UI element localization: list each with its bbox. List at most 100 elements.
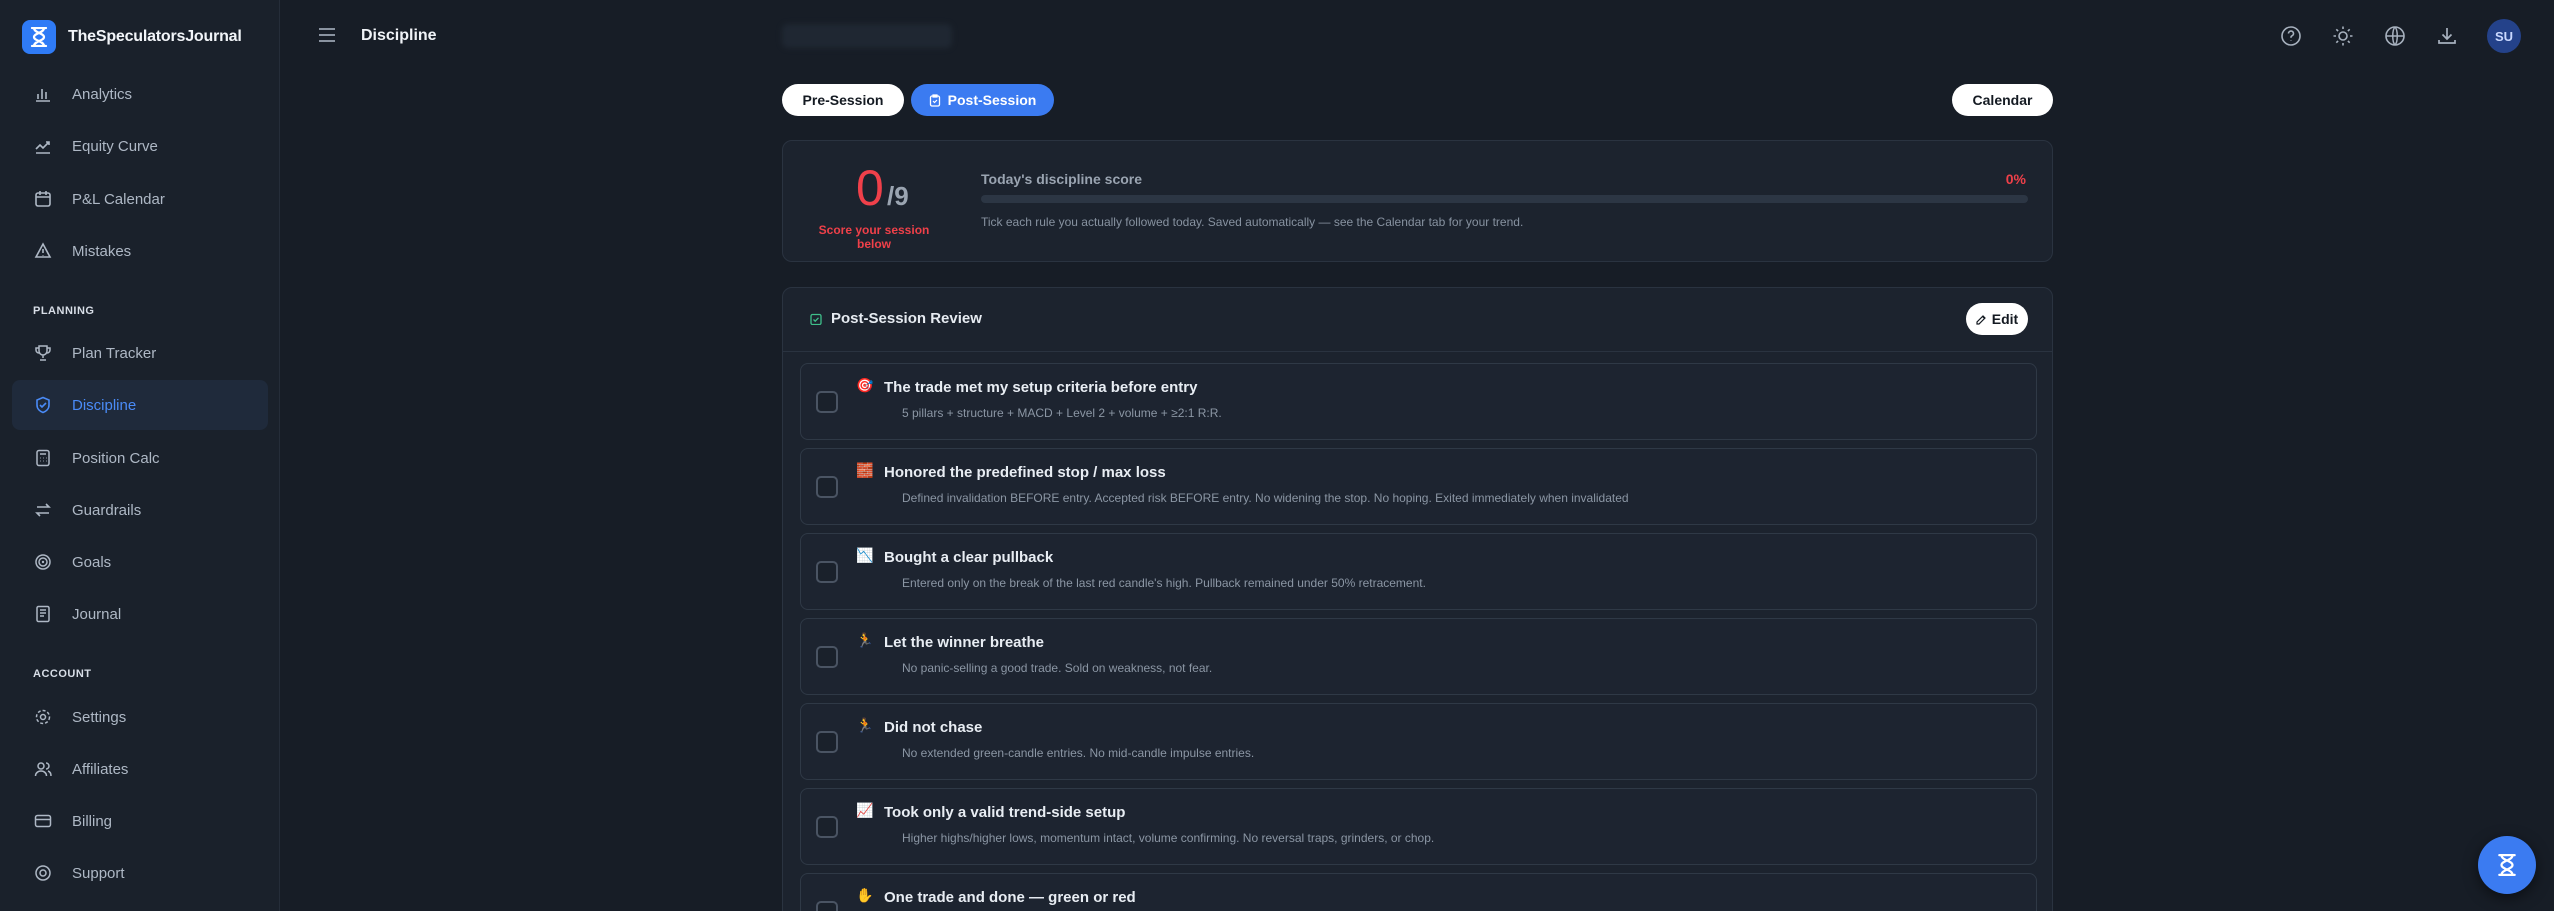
post-session-review-card: Post-Session Review Edit 🎯 The trade met… xyxy=(782,287,2053,911)
tab-pre-session[interactable]: Pre-Session xyxy=(782,84,904,116)
clipboard-check-icon xyxy=(810,313,822,325)
sidebar-item-settings[interactable]: Settings xyxy=(12,692,268,742)
rule-item[interactable]: 🏃 Did not chase No extended green-candle… xyxy=(800,703,2037,780)
rule-title: Took only a valid trend-side setup xyxy=(884,804,1126,821)
rule-title: Honored the predefined stop / max loss xyxy=(884,464,1166,481)
score-percent: 0% xyxy=(2005,171,2026,187)
score-total: /9 xyxy=(887,181,909,211)
brand-name: TheSpeculatorsJournal xyxy=(68,28,242,45)
score-value: 0 xyxy=(856,160,884,216)
runner-emoji-icon: 🏃 xyxy=(856,633,874,649)
tab-post-session[interactable]: Post-Session xyxy=(911,84,1054,116)
rule-item[interactable]: ✋ One trade and done — green or red xyxy=(800,873,2037,911)
sidebar-item-label: Guardrails xyxy=(72,501,142,519)
blurred-header-element xyxy=(782,24,952,48)
rule-item[interactable]: 📈 Took only a valid trend-side setup Hig… xyxy=(800,788,2037,865)
rule-item[interactable]: 🏃 Let the winner breathe No panic-sellin… xyxy=(800,618,2037,695)
review-header: Post-Session Review Edit xyxy=(783,288,2052,352)
section-label-planning: PLANNING xyxy=(33,305,95,317)
rule-title: Did not chase xyxy=(884,719,983,736)
sidebar-item-plan-tracker[interactable]: Plan Tracker xyxy=(12,328,268,378)
rule-checkbox[interactable] xyxy=(816,816,838,838)
arrows-icon xyxy=(35,503,51,517)
gear-icon xyxy=(35,709,51,725)
target-emoji-icon: 🎯 xyxy=(856,378,874,394)
brand[interactable]: TheSpeculatorsJournal xyxy=(22,20,242,54)
sidebar-item-label: Billing xyxy=(72,812,113,830)
rule-checkbox[interactable] xyxy=(816,901,838,911)
help-icon[interactable] xyxy=(2280,25,2302,47)
sidebar-item-label: Goals xyxy=(72,553,112,571)
page-title: Discipline xyxy=(361,27,437,44)
sidebar-item-equity-curve[interactable]: Equity Curve xyxy=(12,121,268,171)
shield-icon xyxy=(36,396,50,414)
chart-down-emoji-icon: 📉 xyxy=(856,548,874,564)
sidebar-item-billing[interactable]: Billing xyxy=(12,796,268,846)
sidebar-item-label: Discipline xyxy=(72,396,137,414)
users-icon xyxy=(34,762,52,777)
card-icon xyxy=(34,814,52,828)
sidebar-item-label: Journal xyxy=(72,605,122,623)
sidebar-item-pnl-calendar[interactable]: P&L Calendar xyxy=(12,174,268,224)
bar-chart-icon xyxy=(36,89,50,102)
sidebar-item-label: Settings xyxy=(72,708,127,726)
score-label: Today's discipline score xyxy=(981,171,1143,187)
sidebar-item-label: Affiliates xyxy=(72,760,129,778)
globe-icon[interactable] xyxy=(2384,25,2406,47)
edit-button[interactable]: Edit xyxy=(1966,303,2028,335)
calendar-button[interactable]: Calendar xyxy=(1952,84,2053,116)
hourglass-logo-icon xyxy=(22,20,56,54)
score-hint: Score your session below xyxy=(818,223,930,251)
sidebar-item-journal[interactable]: Journal xyxy=(12,589,268,639)
floating-action-button[interactable] xyxy=(2478,836,2536,894)
sidebar-item-analytics[interactable]: Analytics xyxy=(12,69,268,119)
rule-item[interactable]: 🧱 Honored the predefined stop / max loss… xyxy=(800,448,2037,525)
calendar-button-label: Calendar xyxy=(1972,92,2033,108)
rule-description: Higher highs/higher lows, momentum intac… xyxy=(902,831,1435,845)
sidebar-item-label: Position Calc xyxy=(72,449,160,467)
rule-checkbox[interactable] xyxy=(816,391,838,413)
sidebar-item-label: Analytics xyxy=(72,85,133,103)
sidebar-item-discipline[interactable]: Discipline xyxy=(12,380,268,430)
sidebar-item-label: Mistakes xyxy=(72,242,132,260)
sidebar-item-goals[interactable]: Goals xyxy=(12,537,268,587)
rule-description: Defined invalidation BEFORE entry. Accep… xyxy=(902,491,1629,505)
book-icon xyxy=(36,605,50,623)
edit-button-label: Edit xyxy=(1991,311,2019,327)
rule-description: Entered only on the break of the last re… xyxy=(902,576,1426,590)
rule-title: Let the winner breathe xyxy=(884,634,1045,651)
rule-title: The trade met my setup criteria before e… xyxy=(884,379,1198,396)
hand-emoji-icon: ✋ xyxy=(856,888,874,904)
rule-title: One trade and done — green or red xyxy=(884,889,1136,906)
score-progress-bar xyxy=(981,195,2028,203)
menu-icon[interactable] xyxy=(317,25,337,45)
sun-icon[interactable] xyxy=(2332,25,2354,47)
warning-icon xyxy=(34,242,52,258)
discipline-score-card: 0 /9 Score your session below Today's di… xyxy=(782,140,2053,262)
sidebar-item-support[interactable]: Support xyxy=(12,848,268,898)
rule-checkbox[interactable] xyxy=(816,476,838,498)
rule-item[interactable]: 🎯 The trade met my setup criteria before… xyxy=(800,363,2037,440)
rule-checkbox[interactable] xyxy=(816,731,838,753)
section-label-account: ACCOUNT xyxy=(33,668,92,680)
sidebar: TheSpeculatorsJournal Analytics Equity C… xyxy=(0,0,280,911)
runner-emoji-icon: 🏃 xyxy=(856,718,874,734)
sidebar-item-position-calc[interactable]: Position Calc xyxy=(12,433,268,483)
rule-checkbox[interactable] xyxy=(816,646,838,668)
avatar[interactable]: SU xyxy=(2487,19,2521,53)
rule-checkbox[interactable] xyxy=(816,561,838,583)
rule-item[interactable]: 📉 Bought a clear pullback Entered only o… xyxy=(800,533,2037,610)
hourglass-icon xyxy=(2498,854,2516,876)
edit-icon xyxy=(1976,314,1986,325)
tab-label: Post-Session xyxy=(947,92,1037,108)
top-bar: Discipline xyxy=(281,0,2554,72)
sidebar-item-mistakes[interactable]: Mistakes xyxy=(12,226,268,276)
sidebar-item-guardrails[interactable]: Guardrails xyxy=(12,485,268,535)
sidebar-item-affiliates[interactable]: Affiliates xyxy=(12,744,268,794)
score-description: Tick each rule you actually followed tod… xyxy=(981,215,1524,229)
clipboard-icon xyxy=(929,93,940,107)
download-icon[interactable] xyxy=(2436,25,2458,47)
trend-icon xyxy=(35,141,50,154)
trophy-icon xyxy=(35,345,51,361)
sidebar-item-label: Equity Curve xyxy=(72,137,158,155)
